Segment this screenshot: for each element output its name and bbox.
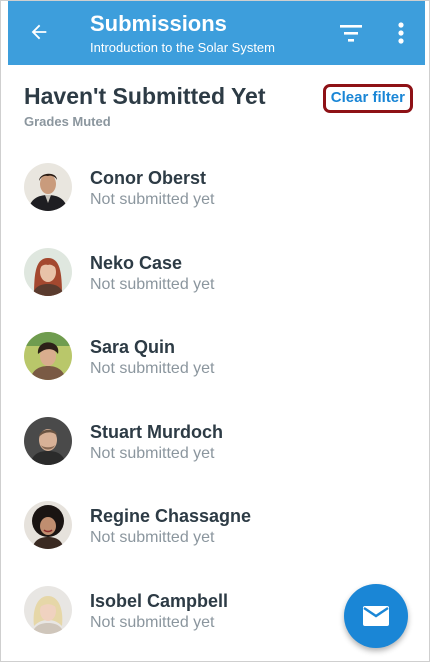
student-name: Regine Chassagne — [90, 506, 252, 526]
avatar — [24, 501, 72, 549]
more-vertical-icon — [398, 22, 404, 44]
list-item[interactable]: Conor Oberst Not submitted yet — [24, 161, 415, 246]
filter-header: Haven't Submitted Yet Grades Muted Clear… — [24, 81, 415, 129]
message-students-button[interactable] — [344, 584, 408, 648]
student-list: Conor Oberst Not submitted yet Neko Case… — [24, 161, 415, 661]
student-name: Stuart Murdoch — [90, 421, 223, 442]
list-item[interactable]: Neko Case Not submitted yet — [24, 246, 415, 331]
clear-filter-button[interactable]: Clear filter — [322, 84, 413, 113]
mail-icon — [363, 606, 389, 626]
arrow-left-icon — [31, 24, 47, 40]
course-subtitle: Introduction to the Solar System — [90, 40, 275, 55]
grades-muted-label: Grades Muted — [24, 114, 111, 129]
back-button[interactable] — [22, 15, 56, 49]
avatar — [24, 163, 72, 211]
list-item[interactable]: Stuart Murdoch Not submitted yet — [24, 415, 415, 500]
filter-icon — [340, 25, 362, 42]
student-name: Isobel Campbell — [90, 590, 229, 611]
student-name: Neko Case — [90, 252, 183, 273]
submission-status: Not submitted yet — [90, 191, 215, 208]
avatar — [24, 332, 72, 380]
list-item[interactable]: Sara Quin Not submitted yet — [24, 330, 415, 415]
app-bar: Submissions Introduction to the Solar Sy… — [8, 1, 425, 65]
submission-status: Not submitted yet — [90, 275, 215, 293]
submission-status: Not submitted yet — [90, 613, 215, 631]
app-screen: Submissions Introduction to the Solar Sy… — [0, 0, 430, 662]
student-name: Sara Quin — [90, 337, 176, 357]
list-item[interactable]: Regine Chassagne Not submitted yet — [24, 499, 415, 584]
submission-status: Not submitted yet — [90, 360, 215, 377]
more-options-button[interactable] — [388, 17, 414, 49]
title-block: Submissions Introduction to the Solar Sy… — [90, 11, 275, 57]
avatar — [24, 416, 72, 465]
student-name: Conor Oberst — [90, 168, 207, 188]
avatar — [24, 247, 72, 296]
submission-status: Not submitted yet — [90, 529, 215, 546]
avatar — [24, 585, 72, 634]
submission-status: Not submitted yet — [90, 444, 215, 462]
page-title: Submissions — [90, 11, 227, 36]
filter-button[interactable] — [336, 20, 366, 46]
